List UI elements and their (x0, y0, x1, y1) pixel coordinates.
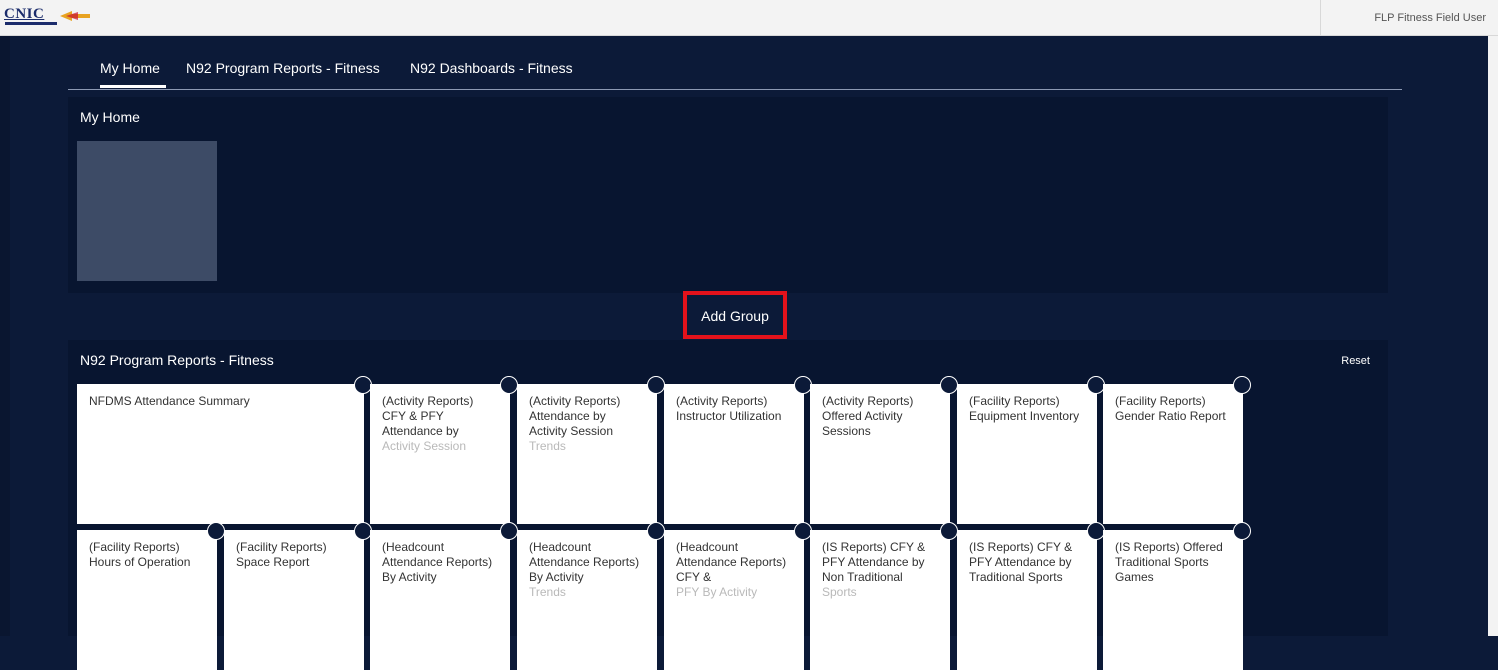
tile-title: (Facility Reports) Hours of Operation (89, 540, 191, 569)
report-tile[interactable]: (Headcount Attendance Reports) CFY & PFY… (664, 522, 812, 670)
right-edge (1488, 36, 1498, 636)
tile-action-dot[interactable] (1233, 522, 1251, 540)
tile-action-dot[interactable] (940, 376, 958, 394)
group-tabs: My Home N92 Program Reports - Fitness N9… (68, 52, 1402, 90)
report-tile[interactable]: (Activity Reports) Instructor Utilizatio… (664, 376, 812, 524)
tile-title: (Facility Reports) Space Report (236, 540, 327, 569)
tile-title: (IS Reports) CFY & PFY Attendance by Tra… (969, 540, 1073, 584)
report-tile[interactable]: (Activity Reports) Offered Activity Sess… (810, 376, 958, 524)
top-bar: CNIC FLP Fitness Field User (0, 0, 1498, 36)
tile-title-overflow: Trends (529, 439, 566, 453)
logo-text: CNIC (4, 6, 45, 22)
report-tile[interactable]: (Facility Reports) Gender Ratio Report (1103, 376, 1251, 524)
report-tile[interactable]: (Facility Reports) Equipment Inventory (957, 376, 1105, 524)
tile-action-dot[interactable] (1233, 376, 1251, 394)
report-tile[interactable]: (IS Reports) CFY & PFY Attendance by Tra… (957, 522, 1105, 670)
tile-title: (Headcount Attendance Reports) By Activi… (529, 540, 640, 584)
tile-title: (Headcount Attendance Reports) CFY & (676, 540, 787, 584)
report-tile[interactable]: (Facility Reports) Space Report (224, 522, 372, 670)
tile-title: NFDMS Attendance Summary (89, 394, 250, 408)
tile-title: (Activity Reports) Instructor Utilizatio… (676, 394, 782, 423)
user-name: FLP Fitness Field User (1374, 12, 1486, 24)
tile-title: (Activity Reports) Offered Activity Sess… (822, 394, 914, 438)
tile-title-overflow: Trends (529, 585, 566, 599)
tab-n92-program-reports[interactable]: N92 Program Reports - Fitness (186, 60, 380, 76)
report-tile[interactable]: (Headcount Attendance Reports) By Activi… (370, 522, 518, 670)
report-tile[interactable]: (Facility Reports) Hours of Operation (77, 522, 225, 670)
add-group-label: Add Group (701, 308, 769, 324)
report-tile[interactable]: (IS Reports) Offered Traditional Sports … (1103, 522, 1251, 670)
tile-title-overflow: Sports (822, 585, 857, 599)
group-title: N92 Program Reports - Fitness (80, 352, 274, 368)
left-edge (0, 36, 10, 636)
tile-action-dot[interactable] (500, 376, 518, 394)
cnic-logo[interactable]: CNIC (4, 6, 90, 28)
tile-action-dot[interactable] (647, 522, 665, 540)
reset-button[interactable]: Reset (1341, 355, 1370, 367)
tile-title-overflow: PFY By Activity (676, 585, 758, 599)
n92-program-reports-group: N92 Program Reports - Fitness Reset NFDM… (68, 340, 1388, 670)
report-tile[interactable]: (Activity Reports) CFY & PFY Attendance … (370, 376, 518, 524)
group-title: My Home (80, 109, 140, 125)
my-home-group: My Home (68, 97, 1388, 293)
add-group-button[interactable]: Add Group (683, 291, 787, 339)
tile-title-overflow: Activity Session (382, 439, 467, 453)
report-tile[interactable]: (Headcount Attendance Reports) By Activi… (517, 522, 665, 670)
tile-title: (Headcount Attendance Reports) By Activi… (382, 540, 493, 584)
tab-my-home[interactable]: My Home (100, 60, 160, 76)
report-tile[interactable]: NFDMS Attendance Summary (77, 376, 372, 524)
tile-title: (Activity Reports) CFY & PFY Attendance … (382, 394, 474, 438)
active-tab-indicator (100, 85, 166, 88)
tile-action-dot[interactable] (940, 522, 958, 540)
tile-title: (Facility Reports) Gender Ratio Report (1115, 394, 1226, 423)
report-tile[interactable]: (Activity Reports) Attendance by Activit… (517, 376, 665, 524)
tile-action-dot[interactable] (647, 376, 665, 394)
logo-arrow-icon (60, 11, 90, 21)
tile-title: (Facility Reports) Equipment Inventory (969, 394, 1080, 423)
tile-action-dot[interactable] (207, 522, 225, 540)
tile-title: (Activity Reports) Attendance by Activit… (529, 394, 621, 438)
tile-title: (IS Reports) Offered Traditional Sports … (1115, 540, 1223, 584)
placeholder-tile[interactable] (77, 141, 217, 281)
user-menu[interactable]: FLP Fitness Field User (1320, 0, 1498, 35)
report-tile[interactable]: (IS Reports) CFY & PFY Attendance by Non… (810, 522, 958, 670)
tile-action-dot[interactable] (500, 522, 518, 540)
tile-title: (IS Reports) CFY & PFY Attendance by Non… (822, 540, 926, 584)
tab-n92-dashboards[interactable]: N92 Dashboards - Fitness (410, 60, 573, 76)
logo-underline (5, 22, 57, 25)
